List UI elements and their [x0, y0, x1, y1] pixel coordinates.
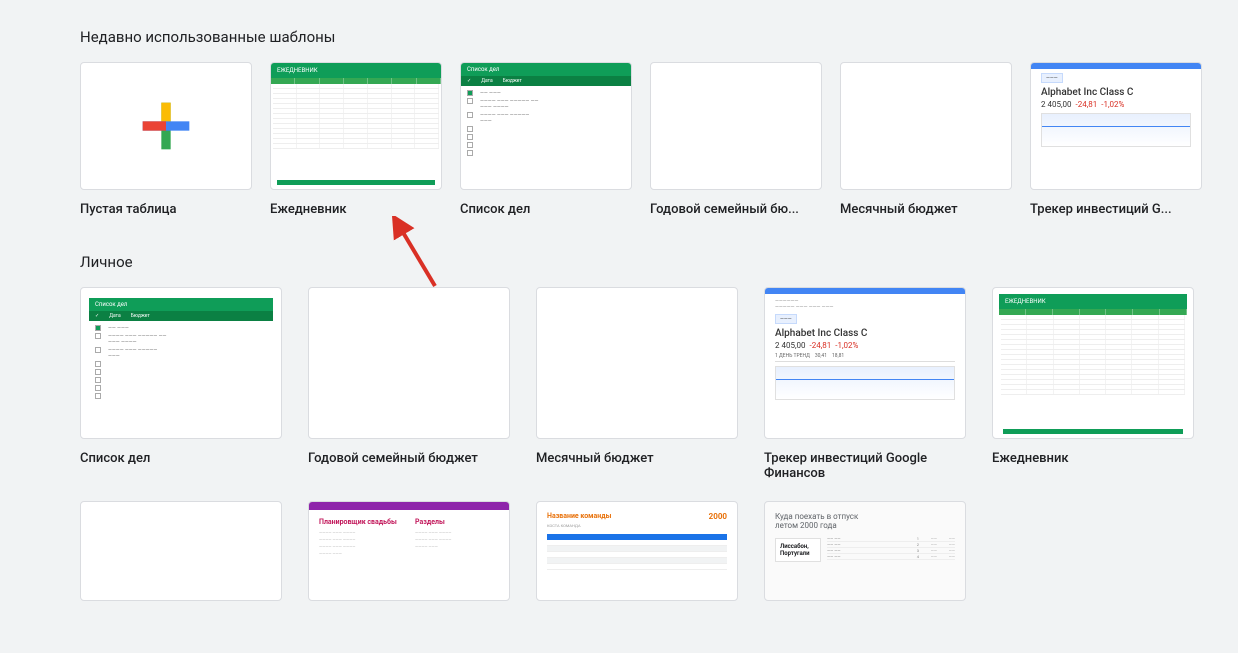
template-thumb-finance: ——— Alphabet Inc Class C 2 405,00 -24,81… [1030, 62, 1202, 190]
template-thumb-monthly-budget [536, 287, 738, 439]
section-title-personal: Личное [80, 253, 1158, 271]
template-label: Ежедневник [270, 202, 442, 217]
template-team-roster[interactable]: 2000 Название команды КОСТА КОМАНДА [536, 501, 738, 601]
template-thumb-todo: Список дел ✓ДатаБюджет —— ——— ———— ——— —… [80, 287, 282, 439]
plus-icon [81, 63, 251, 189]
template-todo[interactable]: Список дел ✓ДатаБюджет —— ——— ———— ——— —… [460, 62, 632, 217]
template-schedule[interactable]: ЕЖЕДНЕВНИК [270, 62, 442, 217]
template-monthly-budget[interactable]: Месячный бюджет [536, 287, 738, 481]
template-travel-planner[interactable]: Куда поехать в отпусклетом 2000 года Лис… [764, 501, 966, 601]
template-thumb-annual-budget [650, 62, 822, 190]
template-label: Список дел [460, 202, 632, 217]
template-thumb-team: 2000 Название команды КОСТА КОМАНДА [536, 501, 738, 601]
template-annual-budget[interactable]: Годовой семейный бю... [650, 62, 822, 217]
template-monthly-budget[interactable]: Месячный бюджет [840, 62, 1012, 217]
template-label: Пустая таблица [80, 202, 252, 217]
template-label: Месячный бюджет [536, 451, 738, 466]
template-annual-budget[interactable]: Годовой семейный бюджет [308, 287, 510, 481]
template-finance-tracker[interactable]: ——— Alphabet Inc Class C 2 405,00 -24,81… [1030, 62, 1202, 217]
template-label: Годовой семейный бю... [650, 202, 822, 217]
template-thumb-monthly-budget [840, 62, 1012, 190]
finance-company: Alphabet Inc Class C [1041, 87, 1191, 98]
template-todo[interactable]: Список дел ✓ДатаБюджет —— ——— ———— ——— —… [80, 287, 282, 481]
template-thumb-wedding: Планировщик свадьбы ———— ——— ———————— ——… [308, 501, 510, 601]
recent-templates-row: Пустая таблица ЕЖЕДНЕВНИК [80, 62, 1158, 217]
template-thumb-schedule: ЕЖЕДНЕВНИК [270, 62, 442, 190]
personal-templates-row-2: Планировщик свадьбы ———— ——— ———————— ——… [80, 501, 1158, 601]
template-schedule[interactable]: ЕЖЕДНЕВНИК [992, 287, 1194, 481]
template-thumb-schedule: ЕЖЕДНЕВНИК [992, 287, 1194, 439]
template-unknown[interactable] [80, 501, 282, 601]
template-label: Список дел [80, 451, 282, 466]
template-wedding-planner[interactable]: Планировщик свадьбы ———— ——— ———————— ——… [308, 501, 510, 601]
template-finance-tracker[interactable]: ——————————— ——— ——— ——— ——— Alphabet Inc… [764, 287, 966, 481]
template-label: Ежедневник [992, 451, 1194, 466]
template-label: Годовой семейный бюджет [308, 451, 510, 466]
template-thumb [80, 501, 282, 601]
personal-templates-row-1: Список дел ✓ДатаБюджет —— ——— ———— ——— —… [80, 287, 1158, 481]
template-thumb-annual-budget [308, 287, 510, 439]
template-label: Трекер инвестиций G... [1030, 202, 1202, 217]
template-label: Месячный бюджет [840, 202, 1012, 217]
section-title-recent: Недавно использованные шаблоны [80, 28, 1158, 46]
template-thumb-blank [80, 62, 252, 190]
template-thumb-travel: Куда поехать в отпусклетом 2000 года Лис… [764, 501, 966, 601]
preview-header: Список дел [461, 63, 631, 76]
template-blank[interactable]: Пустая таблица [80, 62, 252, 217]
template-gallery: Недавно использованные шаблоны Пустая та… [0, 0, 1238, 601]
template-thumb-finance: ——————————— ——— ——— ——— ——— Alphabet Inc… [764, 287, 966, 439]
preview-header: ЕЖЕДНЕВНИК [271, 63, 441, 78]
template-label: Трекер инвестиций Google Финансов [764, 451, 966, 481]
template-thumb-todo: Список дел ✓ДатаБюджет —— ——— ———— ——— —… [460, 62, 632, 190]
